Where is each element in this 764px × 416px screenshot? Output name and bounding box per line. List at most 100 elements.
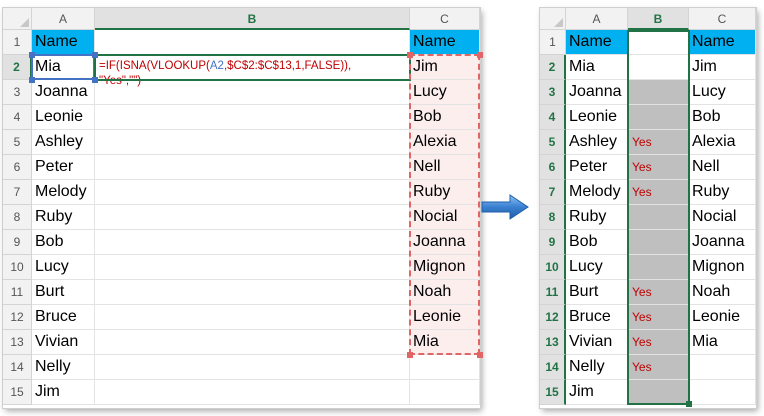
cell-b7[interactable]: [95, 180, 410, 205]
cell-c2[interactable]: Jim: [410, 55, 480, 80]
cell-a8[interactable]: Ruby: [32, 205, 95, 230]
cell-b10[interactable]: [628, 255, 689, 280]
cell-b4[interactable]: [95, 105, 410, 130]
cell-a4[interactable]: Leonie: [566, 105, 628, 130]
row-header-11[interactable]: 11: [3, 280, 32, 305]
row-header-14[interactable]: 14: [3, 355, 32, 380]
cell-c8[interactable]: Nocial: [689, 205, 756, 230]
cell-a5[interactable]: Ashley: [32, 130, 95, 155]
cell-c4[interactable]: Bob: [410, 105, 480, 130]
cell-b11[interactable]: [95, 280, 410, 305]
cell-c8[interactable]: Nocial: [410, 205, 480, 230]
select-all-corner[interactable]: [540, 8, 566, 30]
cell-b5[interactable]: Yes: [628, 130, 689, 155]
select-all-corner[interactable]: [3, 8, 32, 30]
cell-c13[interactable]: Mia: [689, 330, 756, 355]
column-header-b[interactable]: B: [95, 8, 410, 30]
cell-a10[interactable]: Lucy: [32, 255, 95, 280]
cell-c10[interactable]: Mignon: [410, 255, 480, 280]
cell-c13[interactable]: Mia: [410, 330, 480, 355]
cell-b10[interactable]: [95, 255, 410, 280]
row-header-3[interactable]: 3: [540, 80, 566, 105]
cell-c12[interactable]: Leonie: [689, 305, 756, 330]
column-header-a[interactable]: A: [32, 8, 95, 30]
range-handle[interactable]: [477, 52, 483, 58]
cell-b1[interactable]: [95, 30, 410, 55]
cell-c9[interactable]: Joanna: [410, 230, 480, 255]
cell-a8[interactable]: Ruby: [566, 205, 628, 230]
row-header-11[interactable]: 11: [540, 280, 566, 305]
column-header-c[interactable]: C: [689, 8, 756, 30]
range-handle[interactable]: [29, 77, 35, 83]
cell-a1[interactable]: Name: [566, 30, 628, 55]
cell-a10[interactable]: Lucy: [566, 255, 628, 280]
cell-a5[interactable]: Ashley: [566, 130, 628, 155]
row-header-6[interactable]: 6: [3, 155, 32, 180]
cell-b4[interactable]: [628, 105, 689, 130]
cell-a1[interactable]: Name: [32, 30, 95, 55]
cell-c10[interactable]: Mignon: [689, 255, 756, 280]
row-header-8[interactable]: 8: [3, 205, 32, 230]
cell-a3[interactable]: Joanna: [32, 80, 95, 105]
cell-a7[interactable]: Melody: [566, 180, 628, 205]
fill-handle[interactable]: [686, 401, 692, 407]
row-header-15[interactable]: 15: [3, 380, 32, 405]
cell-a13[interactable]: Vivian: [566, 330, 628, 355]
row-header-9[interactable]: 9: [3, 230, 32, 255]
range-handle[interactable]: [92, 52, 98, 58]
cell-b15[interactable]: [628, 380, 689, 405]
cell-c15[interactable]: [410, 380, 480, 405]
cell-a2[interactable]: Mia: [566, 55, 628, 80]
row-header-5[interactable]: 5: [3, 130, 32, 155]
cell-b2[interactable]: [628, 55, 689, 80]
cell-b15[interactable]: [95, 380, 410, 405]
cell-b11[interactable]: Yes: [628, 280, 689, 305]
cell-b7[interactable]: Yes: [628, 180, 689, 205]
row-header-10[interactable]: 10: [540, 255, 566, 280]
cell-b8[interactable]: [628, 205, 689, 230]
range-handle[interactable]: [29, 52, 35, 58]
cell-a12[interactable]: Bruce: [32, 305, 95, 330]
column-header-c[interactable]: C: [410, 8, 480, 30]
row-header-6[interactable]: 6: [540, 155, 566, 180]
cell-a11[interactable]: Burt: [32, 280, 95, 305]
range-handle[interactable]: [477, 352, 483, 358]
cell-c11[interactable]: Noah: [689, 280, 756, 305]
cell-b14[interactable]: [95, 355, 410, 380]
column-header-a[interactable]: A: [566, 8, 628, 30]
cell-c14[interactable]: [410, 355, 480, 380]
cell-c5[interactable]: Alexia: [410, 130, 480, 155]
cell-b9[interactable]: [95, 230, 410, 255]
range-handle[interactable]: [407, 352, 413, 358]
cell-a13[interactable]: Vivian: [32, 330, 95, 355]
row-header-4[interactable]: 4: [3, 105, 32, 130]
row-header-12[interactable]: 12: [540, 305, 566, 330]
cell-c14[interactable]: [689, 355, 756, 380]
cell-a9[interactable]: Bob: [566, 230, 628, 255]
cell-a6[interactable]: Peter: [32, 155, 95, 180]
cell-c15[interactable]: [689, 380, 756, 405]
row-header-10[interactable]: 10: [3, 255, 32, 280]
row-header-13[interactable]: 13: [540, 330, 566, 355]
row-header-7[interactable]: 7: [540, 180, 566, 205]
row-header-3[interactable]: 3: [3, 80, 32, 105]
cell-a4[interactable]: Leonie: [32, 105, 95, 130]
range-handle[interactable]: [407, 52, 413, 58]
row-header-12[interactable]: 12: [3, 305, 32, 330]
cell-c11[interactable]: Noah: [410, 280, 480, 305]
row-header-5[interactable]: 5: [540, 130, 566, 155]
cell-b9[interactable]: [628, 230, 689, 255]
cell-b1[interactable]: [628, 30, 689, 55]
row-header-1[interactable]: 1: [540, 30, 566, 55]
cell-c4[interactable]: Bob: [689, 105, 756, 130]
row-header-8[interactable]: 8: [540, 205, 566, 230]
cell-c6[interactable]: Nell: [410, 155, 480, 180]
cell-b14[interactable]: Yes: [628, 355, 689, 380]
cell-b13[interactable]: Yes: [628, 330, 689, 355]
cell-c7[interactable]: Ruby: [410, 180, 480, 205]
cell-b12[interactable]: [95, 305, 410, 330]
cell-b6[interactable]: [95, 155, 410, 180]
row-header-13[interactable]: 13: [3, 330, 32, 355]
cell-a6[interactable]: Peter: [566, 155, 628, 180]
cell-b12[interactable]: Yes: [628, 305, 689, 330]
